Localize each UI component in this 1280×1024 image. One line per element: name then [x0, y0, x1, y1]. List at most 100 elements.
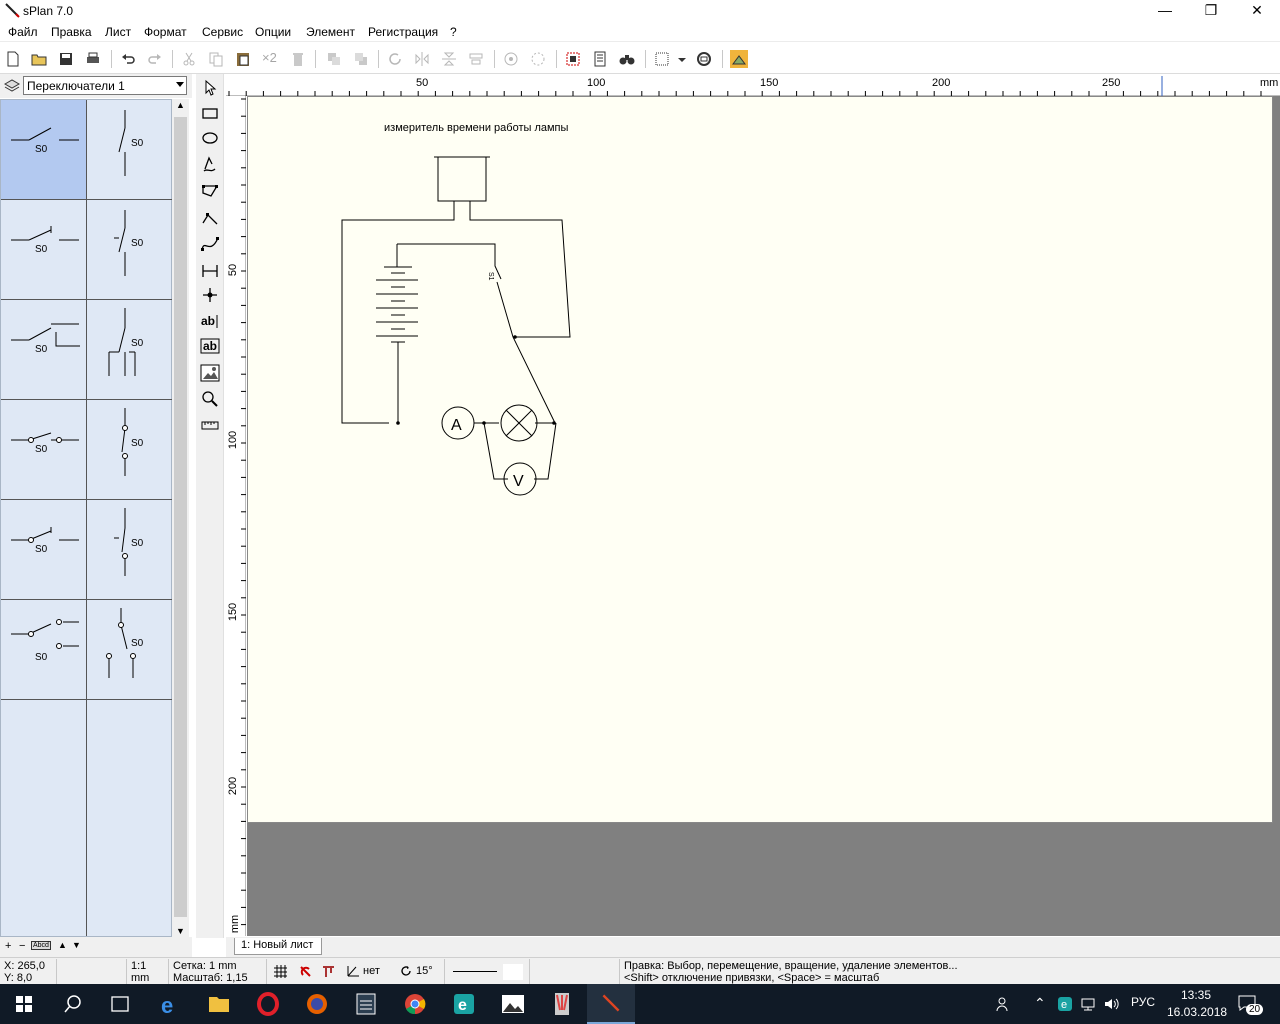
rotation-icon[interactable] [400, 965, 412, 977]
firefox-browser-icon[interactable] [293, 984, 341, 1024]
search-icon[interactable] [48, 984, 96, 1024]
clock-date[interactable]: 16.03.2018 [1167, 1005, 1227, 1019]
menu-options[interactable]: Опции [254, 25, 292, 39]
library-category-select[interactable]: Переключатели 1 [23, 76, 187, 95]
rectangle-tool-icon[interactable] [199, 102, 221, 124]
paint-icon[interactable] [538, 984, 586, 1024]
network-icon[interactable] [1080, 996, 1096, 1012]
component-settings-icon[interactable] [564, 50, 582, 68]
ellipse-tool-icon[interactable] [199, 127, 221, 149]
text-tool-icon[interactable]: ab [199, 310, 221, 332]
splan-taskbar-icon[interactable] [587, 984, 635, 1024]
schematic[interactable]: измеритель времени работы лампы S1 A V [248, 97, 1274, 824]
edge-browser-icon[interactable]: e [146, 984, 194, 1024]
rename-library-button[interactable]: Abcd [31, 941, 51, 950]
menu-registration[interactable]: Регистрация [367, 25, 439, 39]
language-indicator[interactable]: РУС [1131, 995, 1155, 1009]
app-e-icon[interactable]: e [440, 984, 488, 1024]
redo-icon[interactable] [146, 50, 164, 68]
cut-icon[interactable] [180, 50, 198, 68]
library-scrollbar[interactable]: ▲ ▼ [172, 99, 189, 937]
duplicate-button[interactable]: ×2 [262, 50, 284, 68]
people-icon[interactable] [995, 996, 1011, 1012]
line-width-preview[interactable] [444, 959, 530, 984]
voltmeter-symbol[interactable]: V [503, 462, 537, 496]
save-icon[interactable] [57, 50, 75, 68]
scroll-down-arrow[interactable]: ▼ [176, 926, 185, 936]
library-item[interactable]: S0 [1, 400, 87, 500]
mirror-vertical-icon[interactable] [440, 50, 458, 68]
undo-icon[interactable] [119, 50, 137, 68]
chevron-down-icon[interactable] [176, 82, 184, 87]
bring-front-icon[interactable] [325, 50, 343, 68]
polyline-tool-icon[interactable] [199, 207, 221, 229]
ammeter-symbol[interactable]: A [441, 406, 475, 440]
print-preview-icon[interactable] [730, 50, 748, 68]
remove-library-button[interactable]: − [19, 940, 25, 952]
move-up-button[interactable]: ▲ [58, 940, 67, 950]
menu-service[interactable]: Сервис [201, 25, 244, 39]
battery-symbol[interactable] [376, 266, 418, 343]
library-item[interactable]: S0 [87, 300, 173, 400]
rotation-angle[interactable]: 15° [416, 965, 433, 977]
photos-icon[interactable] [489, 984, 537, 1024]
measure-tool-icon[interactable] [199, 414, 221, 436]
maximize-button[interactable]: ❐ [1188, 0, 1234, 22]
scroll-up-arrow[interactable]: ▲ [176, 100, 185, 110]
clock-time[interactable]: 13:35 [1181, 988, 1211, 1002]
rotate-icon[interactable] [386, 50, 404, 68]
drawing-sheet[interactable]: измеритель времени работы лампы S1 A V [247, 96, 1273, 823]
tab-sheet-1[interactable]: 1: Новый лист [234, 938, 323, 955]
send-back-icon[interactable] [352, 50, 370, 68]
dimension-tool-icon[interactable] [199, 259, 221, 281]
pointer-tool-icon[interactable] [199, 77, 221, 99]
menu-help[interactable]: ? [449, 25, 458, 39]
library-item[interactable]: S0 [1, 200, 87, 300]
snap-mode[interactable]: нет [363, 965, 380, 977]
close-button[interactable]: ✕ [1234, 0, 1280, 22]
library-item[interactable]: S0 [1, 100, 87, 200]
align-icon[interactable] [467, 50, 485, 68]
layers-icon[interactable] [3, 77, 21, 95]
chrome-browser-icon[interactable] [391, 984, 439, 1024]
library-item[interactable]: S0 [87, 200, 173, 300]
switch-label[interactable]: S1 [487, 272, 494, 281]
library-item[interactable]: S0 [1, 500, 87, 600]
library-item[interactable]: S0 [1, 300, 87, 400]
delete-icon[interactable] [289, 50, 307, 68]
angle-snap-icon[interactable] [346, 964, 360, 978]
tray-app-e-icon[interactable]: e [1057, 996, 1073, 1012]
print-icon[interactable] [84, 50, 102, 68]
bezier-tool-icon[interactable] [199, 233, 221, 255]
polygon-tool-icon[interactable] [199, 180, 221, 202]
menu-format[interactable]: Формат [143, 25, 188, 39]
library-item[interactable]: S0 [87, 600, 173, 700]
calculator-icon[interactable] [342, 984, 390, 1024]
move-down-button[interactable]: ▼ [72, 940, 81, 950]
library-item[interactable]: S0 [1, 600, 87, 700]
volume-icon[interactable] [1103, 996, 1121, 1012]
menu-edit[interactable]: Правка [50, 25, 93, 39]
tray-expand-icon[interactable]: ⌃ [1034, 995, 1046, 1012]
drawing-title[interactable]: измеритель времени работы лампы [384, 122, 569, 134]
parts-list-icon[interactable] [591, 50, 609, 68]
paste-icon[interactable] [234, 50, 252, 68]
minimize-button[interactable]: — [1142, 0, 1188, 22]
grid-icon[interactable] [653, 50, 671, 68]
library-item[interactable]: S0 [87, 400, 173, 500]
add-library-button[interactable]: + [5, 940, 11, 952]
mirror-horizontal-icon[interactable] [413, 50, 431, 68]
library-scroll-thumb[interactable] [174, 117, 187, 917]
menu-sheet[interactable]: Лист [104, 25, 132, 39]
menu-element[interactable]: Элемент [305, 25, 356, 39]
image-tool-icon[interactable] [199, 362, 221, 384]
group-icon[interactable] [502, 50, 520, 68]
notification-badge[interactable]: 20 [1246, 1004, 1264, 1015]
windows-start-icon[interactable] [0, 984, 48, 1024]
task-view-icon[interactable] [96, 984, 144, 1024]
file-explorer-icon[interactable] [195, 984, 243, 1024]
menu-file[interactable]: Файл [7, 25, 39, 39]
library-item[interactable]: S0 [87, 100, 173, 200]
freehand-tool-icon[interactable] [199, 153, 221, 175]
library-item[interactable]: S0 [87, 500, 173, 600]
